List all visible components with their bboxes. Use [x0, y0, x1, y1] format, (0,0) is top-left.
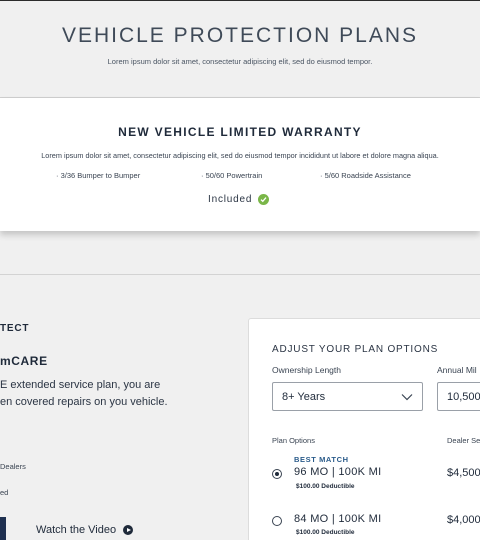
- play-icon: [123, 525, 134, 535]
- plan-description-line: E extended service plan, you are: [0, 379, 161, 391]
- plan-options-panel: ADJUST YOUR PLAN OPTIONS Ownership Lengt…: [248, 318, 480, 540]
- plan-option-label[interactable]: 84 MO | 100K MI: [294, 513, 381, 525]
- check-circle-icon: [258, 194, 270, 205]
- warranty-feature: · 50/60 Powertrain: [201, 171, 263, 180]
- plan-brand-name: mCARE: [0, 354, 48, 368]
- warranty-title: NEW VEHICLE LIMITED WARRANTY: [118, 125, 362, 139]
- ownership-length-select[interactable]: 8+ Years: [272, 382, 423, 411]
- warranty-card: NEW VEHICLE LIMITED WARRANTY Lorem ipsum…: [0, 98, 480, 231]
- page-title: VEHICLE PROTECTION PLANS: [61, 24, 419, 47]
- section-heading: TECT: [0, 323, 30, 334]
- plan-radio-84mo[interactable]: [272, 516, 282, 526]
- watch-video-link[interactable]: Watch the Video: [36, 524, 134, 536]
- included-label: Included: [208, 194, 253, 205]
- annual-mileage-input[interactable]: 10,500: [437, 382, 480, 411]
- warranty-feature: · 5/60 Roadside Assistance: [320, 171, 411, 180]
- plan-options-header: Plan Options: [272, 436, 315, 445]
- warranty-feature: · 3/36 Bumper to Bumper: [56, 171, 141, 180]
- plan-description-line: en covered repairs on you vehicle.: [0, 396, 168, 408]
- benefit-item: ed: [0, 488, 9, 497]
- plan-price: $4,500: [447, 467, 480, 479]
- warranty-description: Lorem ipsum dolor sit amet, consectetur …: [41, 151, 439, 160]
- benefit-item: Dealers: [0, 462, 26, 471]
- dealer-price-header: Dealer Se: [447, 436, 480, 445]
- top-border: [0, 0, 480, 1]
- watch-video-label: Watch the Video: [36, 524, 117, 536]
- annual-mileage-label: Annual Mil: [437, 365, 477, 375]
- ownership-length-value: 8+ Years: [282, 391, 326, 403]
- ownership-length-label: Ownership Length: [272, 365, 341, 375]
- included-status: Included: [208, 194, 270, 205]
- plan-deductible: $100.00 Deductible: [296, 529, 355, 536]
- chevron-down-icon: [401, 394, 413, 401]
- page-subtitle: Lorem ipsum dolor sit amet, consectetur …: [107, 57, 373, 66]
- plan-radio-96mo[interactable]: [272, 469, 282, 479]
- plan-option-label[interactable]: 96 MO | 100K MI: [294, 466, 381, 478]
- best-match-badge: BEST MATCH: [294, 455, 349, 464]
- panel-title: ADJUST YOUR PLAN OPTIONS: [272, 344, 439, 355]
- video-thumbnail[interactable]: [0, 517, 6, 540]
- divider: [0, 274, 480, 275]
- annual-mileage-value: 10,500: [447, 391, 480, 403]
- plan-deductible: $100.00 Deductible: [296, 483, 355, 490]
- plan-price: $4,000: [447, 514, 480, 526]
